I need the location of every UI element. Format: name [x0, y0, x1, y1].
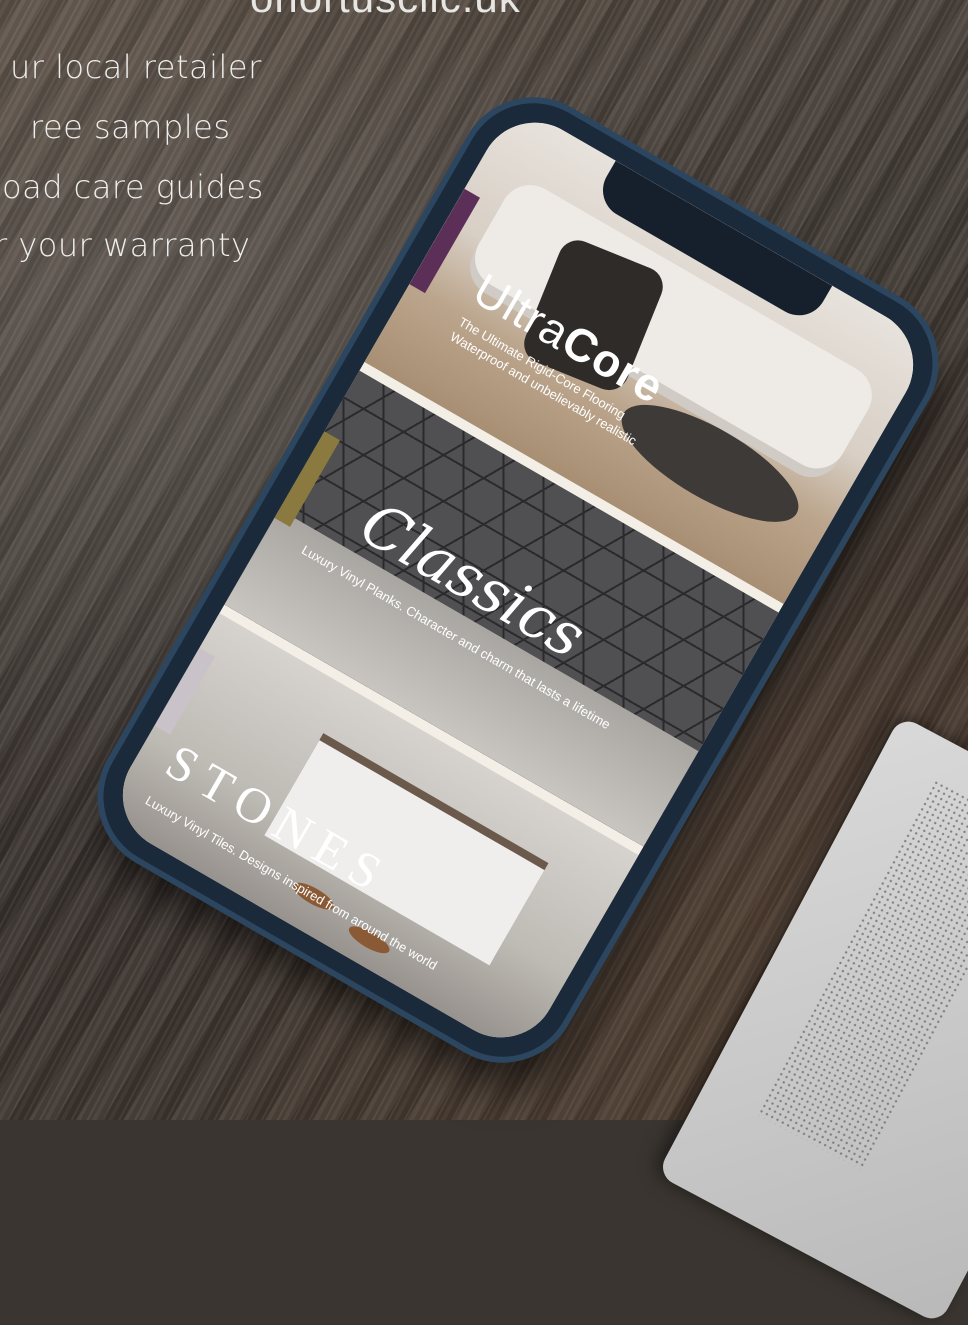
- benefit-item: oad care guides: [2, 168, 264, 206]
- benefit-item: ur local retailer: [10, 48, 262, 86]
- benefit-item: ree samples: [30, 108, 231, 146]
- website-tagline: onortusclic.uk: [250, 0, 521, 22]
- benefit-item: r your warranty: [0, 226, 251, 264]
